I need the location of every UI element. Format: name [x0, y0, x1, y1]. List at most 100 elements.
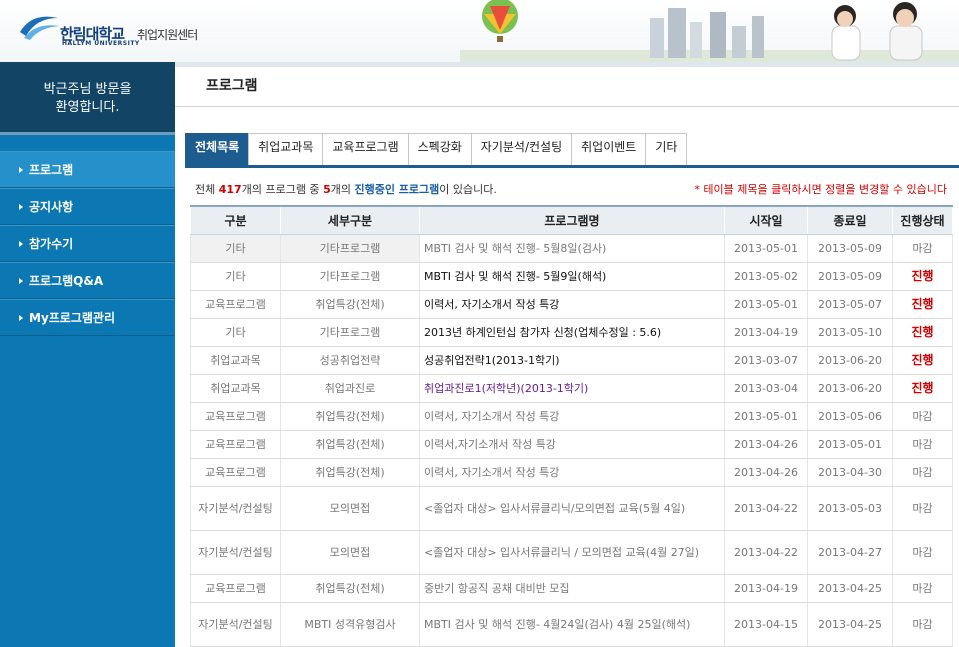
category-cell: 교육프로그램: [190, 402, 281, 431]
end-date-cell: 2013-05-09: [807, 234, 893, 263]
start-date-cell: 2013-04-19: [724, 318, 808, 347]
column-header-category[interactable]: 구분: [190, 205, 281, 235]
table-body: 기타 기타프로그램 MBTI 검사 및 해석 진행- 5월8일(검사) 2013-05…: [190, 234, 953, 647]
start-date-cell: 2013-03-07: [724, 346, 808, 375]
tab-underline: [185, 165, 959, 168]
program-name-cell[interactable]: 이력서, 자기소개서 작성 특강: [419, 458, 725, 487]
program-name-cell[interactable]: <졸업자 대상> 입사서류클리닉/모의면접 교육(5월 4일): [419, 486, 725, 531]
table-row[interactable]: 교육프로그램 취업특강(전체) 중반기 항공직 공채 대비반 모집 2013-04-1…: [190, 574, 953, 603]
program-name-cell[interactable]: 취업과진로1(저학년)(2013-1학기): [419, 374, 725, 403]
end-date-cell: 2013-04-25: [807, 602, 893, 647]
end-date-cell: 2013-04-25: [807, 574, 893, 603]
table-row[interactable]: 자기분석/컨설팅 MBTI 성격유형검사 MBTI 검사 및 해석 진행- 4월24…: [190, 602, 953, 647]
program-name-cell[interactable]: 이력서, 자기소개서 작성 특강: [419, 402, 725, 431]
end-date-cell: 2013-05-09: [807, 262, 893, 291]
table-row[interactable]: 교육프로그램 취업특강(전체) 이력서, 자기소개서 작성 특강 2013-05-01…: [190, 290, 953, 319]
tab-employment-courses[interactable]: 취업교과목: [248, 133, 324, 165]
table-row[interactable]: 교육프로그램 취업특강(전체) 이력서, 자기소개서 작성 특강 2013-04-26…: [190, 458, 953, 487]
category-cell: 기타: [190, 262, 281, 291]
start-date-cell: 2013-05-02: [724, 262, 808, 291]
start-date-cell: 2013-05-01: [724, 234, 808, 263]
table-row[interactable]: 자기분석/컨설팅 모의면접 <졸업자 대상> 입사서류클리닉/모의면접 교육(5월 …: [190, 486, 953, 531]
column-header-subcategory[interactable]: 세부구분: [280, 205, 420, 235]
status-cell: 진행: [892, 262, 953, 291]
status-cell: 마감: [892, 574, 953, 603]
table-row[interactable]: 기타 기타프로그램 MBTI 검사 및 해석 진행- 5월8일(검사) 2013-05…: [190, 234, 953, 263]
category-cell: 교육프로그램: [190, 458, 281, 487]
tab-spec-enhancement[interactable]: 스펙강화: [407, 133, 472, 165]
status-cell: 마감: [892, 602, 953, 647]
sidebar-item-notice[interactable]: 공지사항: [0, 188, 175, 225]
program-name-cell[interactable]: MBTI 검사 및 해석 진행- 5월9일(해석): [419, 262, 725, 291]
arrow-right-icon: [19, 203, 23, 210]
start-date-cell: 2013-04-22: [724, 486, 808, 531]
table-row[interactable]: 취업교과목 성공취업전략 성공취업전략1(2013-1학기) 2013-03-07 20…: [190, 346, 953, 375]
logo-center-name: 취업지원센터: [137, 28, 198, 42]
status-cell: 마감: [892, 458, 953, 487]
table-row[interactable]: 자기분석/컨설팅 모의면접 <졸업자 대상> 입사서류클리닉 / 모의면접 교육(4…: [190, 530, 953, 575]
main-content: 프로그램 전체목록 취업교과목 교육프로그램 스펙강화 자기분석/컨설팅 취업이…: [175, 62, 959, 647]
tab-education-programs[interactable]: 교육프로그램: [322, 133, 409, 165]
status-cell: 마감: [892, 486, 953, 531]
start-date-cell: 2013-03-04: [724, 374, 808, 403]
subcategory-cell: 성공취업전략: [280, 346, 420, 375]
category-cell: 기타: [190, 234, 281, 263]
site-logo[interactable]: 한림대학교 취업지원센터 HALLYM UNIVERSITY: [18, 12, 218, 52]
tab-self-analysis-consulting[interactable]: 자기분석/컨설팅: [470, 133, 573, 165]
category-cell: 교육프로그램: [190, 430, 281, 459]
subcategory-cell: 취업특강(전체): [280, 290, 420, 319]
column-header-status[interactable]: 진행상태: [892, 205, 953, 235]
program-name-cell[interactable]: <졸업자 대상> 입사서류클리닉 / 모의면접 교육(4월 27일): [419, 530, 725, 575]
subcategory-cell: 기타프로그램: [280, 234, 420, 263]
column-header-start-date[interactable]: 시작일: [724, 205, 808, 235]
status-cell: 마감: [892, 234, 953, 263]
sidebar-item-label: 프로그램: [29, 163, 74, 177]
table-row[interactable]: 기타 기타프로그램 2013년 하계인턴십 참가자 신청(업체수정일 : 5.6) 2…: [190, 318, 953, 347]
sidebar-item-program[interactable]: 프로그램: [0, 151, 175, 188]
table-row[interactable]: 취업교과목 취업과진로 취업과진로1(저학년)(2013-1학기) 2013-03-0…: [190, 374, 953, 403]
arrow-right-icon: [19, 240, 23, 247]
category-cell: 자기분석/컨설팅: [190, 486, 281, 531]
subcategory-cell: 취업특강(전체): [280, 574, 420, 603]
program-name-cell[interactable]: 이력서,자기소개서 작성 특강: [419, 430, 725, 459]
title-bar: 프로그램: [175, 62, 959, 107]
end-date-cell: 2013-04-27: [807, 530, 893, 575]
info-mid-2: 개의: [330, 183, 355, 196]
tab-employment-events[interactable]: 취업이벤트: [571, 133, 647, 165]
program-name-cell[interactable]: 2013년 하계인턴십 참가자 신청(업체수정일 : 5.6): [419, 318, 725, 347]
welcome-line-2: 환영합니다.: [55, 100, 120, 115]
table-row[interactable]: 교육프로그램 취업특강(전체) 이력서,자기소개서 작성 특강 2013-04-26 2…: [190, 430, 953, 459]
subcategory-cell: 기타프로그램: [280, 318, 420, 347]
subcategory-cell: 취업특강(전체): [280, 430, 420, 459]
program-name-cell[interactable]: MBTI 검사 및 해석 진행- 5월8일(검사): [419, 234, 725, 263]
sort-notice: * 테이블 제목을 클릭하시면 정렬을 변경할 수 있습니다: [694, 183, 947, 196]
welcome-box: 박근주님 방문을 환영합니다.: [0, 62, 175, 135]
arrow-right-icon: [19, 314, 23, 321]
program-name-cell[interactable]: MBTI 검사 및 해석 진행- 4월24일(검사) 4월 25일(해석): [419, 602, 725, 647]
subcategory-cell: 모의면접: [280, 530, 420, 575]
tab-other[interactable]: 기타: [645, 133, 688, 165]
ongoing-label: 진행중인 프로그램: [354, 183, 440, 196]
site-header: 한림대학교 취업지원센터 HALLYM UNIVERSITY: [0, 0, 959, 62]
program-name-cell[interactable]: 성공취업전략1(2013-1학기): [419, 346, 725, 375]
program-name-cell[interactable]: 중반기 항공직 공채 대비반 모집: [419, 574, 725, 603]
end-date-cell: 2013-04-30: [807, 458, 893, 487]
sidebar-item-label: 공지사항: [29, 200, 74, 214]
subcategory-cell: 기타프로그램: [280, 262, 420, 291]
sidebar-item-program-qna[interactable]: 프로그램Q&A: [0, 262, 175, 299]
welcome-line-1: 박근주님 방문을: [43, 82, 132, 97]
category-cell: 취업교과목: [190, 346, 281, 375]
logo-english-name: HALLYM UNIVERSITY: [62, 40, 140, 47]
arrow-right-icon: [19, 277, 23, 284]
column-header-end-date[interactable]: 종료일: [807, 205, 893, 235]
tab-all[interactable]: 전체목록: [185, 133, 250, 165]
table-row[interactable]: 기타 기타프로그램 MBTI 검사 및 해석 진행- 5월9일(해석) 2013-05…: [190, 262, 953, 291]
column-header-program-name[interactable]: 프로그램명: [419, 205, 725, 235]
program-name-cell[interactable]: 이력서, 자기소개서 작성 특강: [419, 290, 725, 319]
sidebar-item-my-program[interactable]: My프로그램관리: [0, 299, 175, 336]
sidebar-item-label: 프로그램Q&A: [29, 274, 104, 288]
status-cell: 진행: [892, 318, 953, 347]
start-date-cell: 2013-05-01: [724, 290, 808, 319]
sidebar-item-reviews[interactable]: 참가수기: [0, 225, 175, 262]
table-row[interactable]: 교육프로그램 취업특강(전체) 이력서, 자기소개서 작성 특강 2013-05-01…: [190, 402, 953, 431]
